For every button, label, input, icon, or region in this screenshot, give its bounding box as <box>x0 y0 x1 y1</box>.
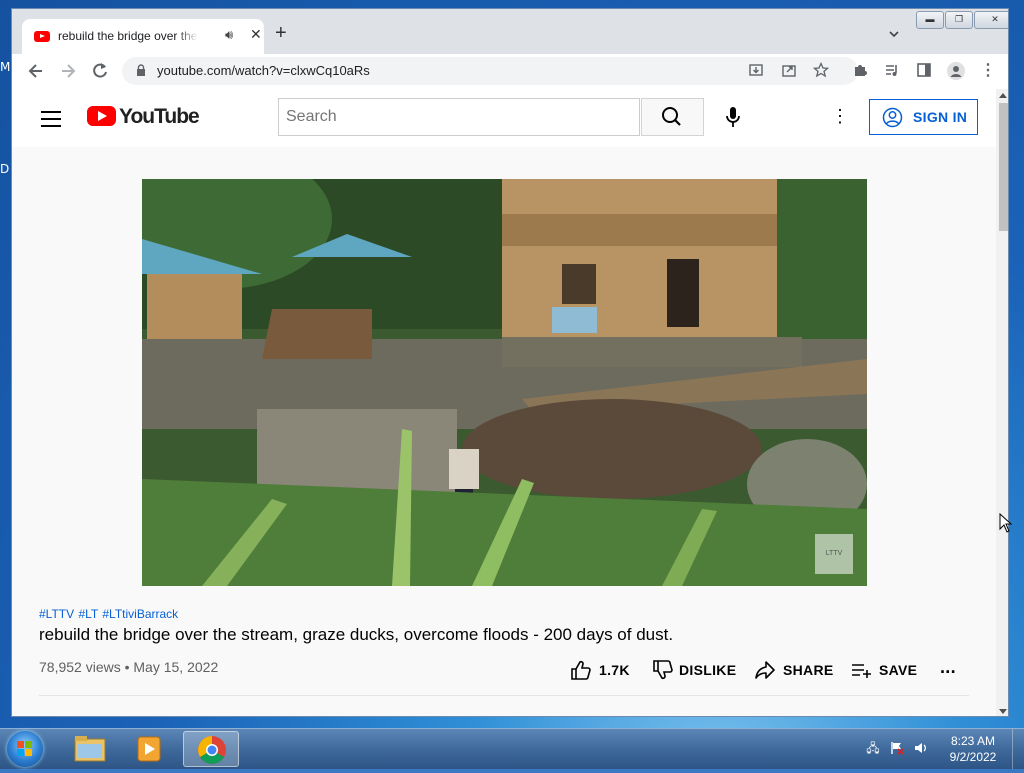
start-button[interactable] <box>7 731 43 767</box>
hamburger-menu-icon[interactable] <box>41 111 61 132</box>
sign-in-label: SIGN IN <box>913 109 968 125</box>
mouse-cursor-icon <box>999 513 1013 533</box>
more-actions-label: ... <box>940 657 956 677</box>
clock-date: 9/2/2022 <box>949 750 997 764</box>
dislike-button[interactable]: DISLIKE <box>652 659 737 681</box>
volume-icon[interactable] <box>914 741 928 755</box>
share-page-icon[interactable] <box>780 62 798 80</box>
close-window-button[interactable]: ✕ <box>974 11 1008 29</box>
restore-button[interactable]: ❐ <box>945 11 973 29</box>
video-hashtags[interactable]: #LTTV #LT #LTtiviBarrack <box>39 607 178 621</box>
browser-tab-youtube[interactable]: rebuild the bridge over the stream, graz… <box>22 19 264 54</box>
voice-search-button[interactable] <box>718 102 748 132</box>
scrollbar-thumb[interactable] <box>999 103 1008 231</box>
network-icon[interactable]: 🖧︎ <box>866 741 880 755</box>
more-actions-button[interactable]: ... <box>940 657 962 681</box>
scroll-up-arrow-icon[interactable] <box>999 93 1007 98</box>
video-title: rebuild the bridge over the stream, graz… <box>39 625 674 644</box>
side-panel-icon[interactable] <box>915 62 933 80</box>
desktop-icon-label-fragment: D <box>0 162 10 176</box>
youtube-favicon-icon <box>34 31 50 42</box>
search-button[interactable] <box>641 98 704 136</box>
reload-icon[interactable] <box>90 61 110 81</box>
browser-window: rebuild the bridge over the stream, graz… <box>11 8 1009 717</box>
section-divider <box>39 695 969 696</box>
tab-title: rebuild the bridge over the stream, graz… <box>58 29 198 43</box>
add-to-playlist-icon <box>852 664 871 678</box>
scroll-down-arrow-icon[interactable] <box>999 709 1007 714</box>
taskbar-app-chrome[interactable] <box>183 731 239 767</box>
close-tab-icon[interactable]: ✕ <box>250 26 262 43</box>
taskbar-app-explorer[interactable] <box>62 731 118 767</box>
back-arrow-icon[interactable] <box>26 61 46 81</box>
like-button[interactable]: 1.7K <box>570 659 632 681</box>
media-controls-icon[interactable] <box>883 62 901 80</box>
sign-in-button[interactable]: SIGN IN <box>869 99 978 135</box>
minimize-button[interactable]: ▬ <box>916 11 944 29</box>
share-arrow-icon <box>755 661 775 679</box>
media-player-icon <box>137 736 161 762</box>
chrome-menu-kebab-icon[interactable]: ⋮ <box>979 62 997 80</box>
thumbs-down-icon <box>653 660 673 680</box>
tab-strip: rebuild the bridge over the stream, graz… <box>12 9 1008 54</box>
share-button[interactable]: SHARE <box>754 659 834 681</box>
page-scrollbar[interactable] <box>996 89 1008 716</box>
taskbar-app-media-player[interactable] <box>122 731 178 767</box>
install-app-icon[interactable] <box>747 62 765 80</box>
like-count: 1.7K <box>599 662 630 678</box>
microphone-icon <box>726 107 740 127</box>
extensions-puzzle-icon[interactable] <box>851 62 869 80</box>
audio-playing-icon[interactable]: 🔊︎ <box>225 27 233 43</box>
video-player[interactable]: LTTV <box>142 179 867 586</box>
video-view-date: 78,952 views • May 15, 2022 <box>39 659 219 675</box>
save-label: SAVE <box>879 662 918 678</box>
desktop-icon-label-fragment: M <box>0 60 11 74</box>
taskbar-clock[interactable]: 8:23 AM 9/2/2022 <box>940 733 1006 765</box>
browser-toolbar: youtube.com/watch?v=clxwCq10aRs ⋮ <box>12 54 1008 89</box>
window-controls: ▬ ❐ ✕ <box>916 11 1008 29</box>
channel-watermark[interactable]: LTTV <box>815 534 853 574</box>
video-frame-image <box>142 179 867 586</box>
folder-icon <box>74 736 106 762</box>
youtube-header: YouTube ⋮ <box>12 89 996 147</box>
chrome-icon <box>198 736 226 764</box>
windows-flag-icon <box>17 741 33 757</box>
windows-taskbar: 🖧︎ 8:23 AM 9/2/2022 <box>0 728 1024 769</box>
profile-avatar-icon[interactable] <box>947 62 965 80</box>
save-button[interactable]: SAVE <box>851 659 921 681</box>
account-circle-icon <box>882 107 903 128</box>
forward-arrow-icon[interactable] <box>58 61 78 81</box>
bookmark-star-icon[interactable] <box>812 61 830 80</box>
thumbs-up-icon <box>571 660 591 680</box>
new-tab-button[interactable]: + <box>275 23 287 43</box>
settings-kebab-icon[interactable]: ⋮ <box>830 105 850 129</box>
search-icon <box>662 107 681 126</box>
system-tray: 🖧︎ <box>866 739 936 759</box>
page-viewport: YouTube ⋮ <box>12 89 996 716</box>
youtube-logo-icon[interactable] <box>87 106 116 126</box>
address-bar[interactable]: youtube.com/watch?v=clxwCq10aRs <box>122 57 858 85</box>
youtube-wordmark[interactable]: YouTube <box>119 105 200 129</box>
action-center-flag-icon[interactable] <box>890 741 904 755</box>
show-desktop-button[interactable] <box>1012 729 1024 769</box>
share-label: SHARE <box>783 662 834 678</box>
dislike-label: DISLIKE <box>679 662 737 678</box>
search-input[interactable] <box>278 98 640 136</box>
url-text: youtube.com/watch?v=clxwCq10aRs <box>157 63 370 78</box>
lock-icon[interactable] <box>136 64 146 76</box>
clock-time: 8:23 AM <box>950 734 996 748</box>
tab-search-chevron-icon[interactable] <box>888 28 900 40</box>
